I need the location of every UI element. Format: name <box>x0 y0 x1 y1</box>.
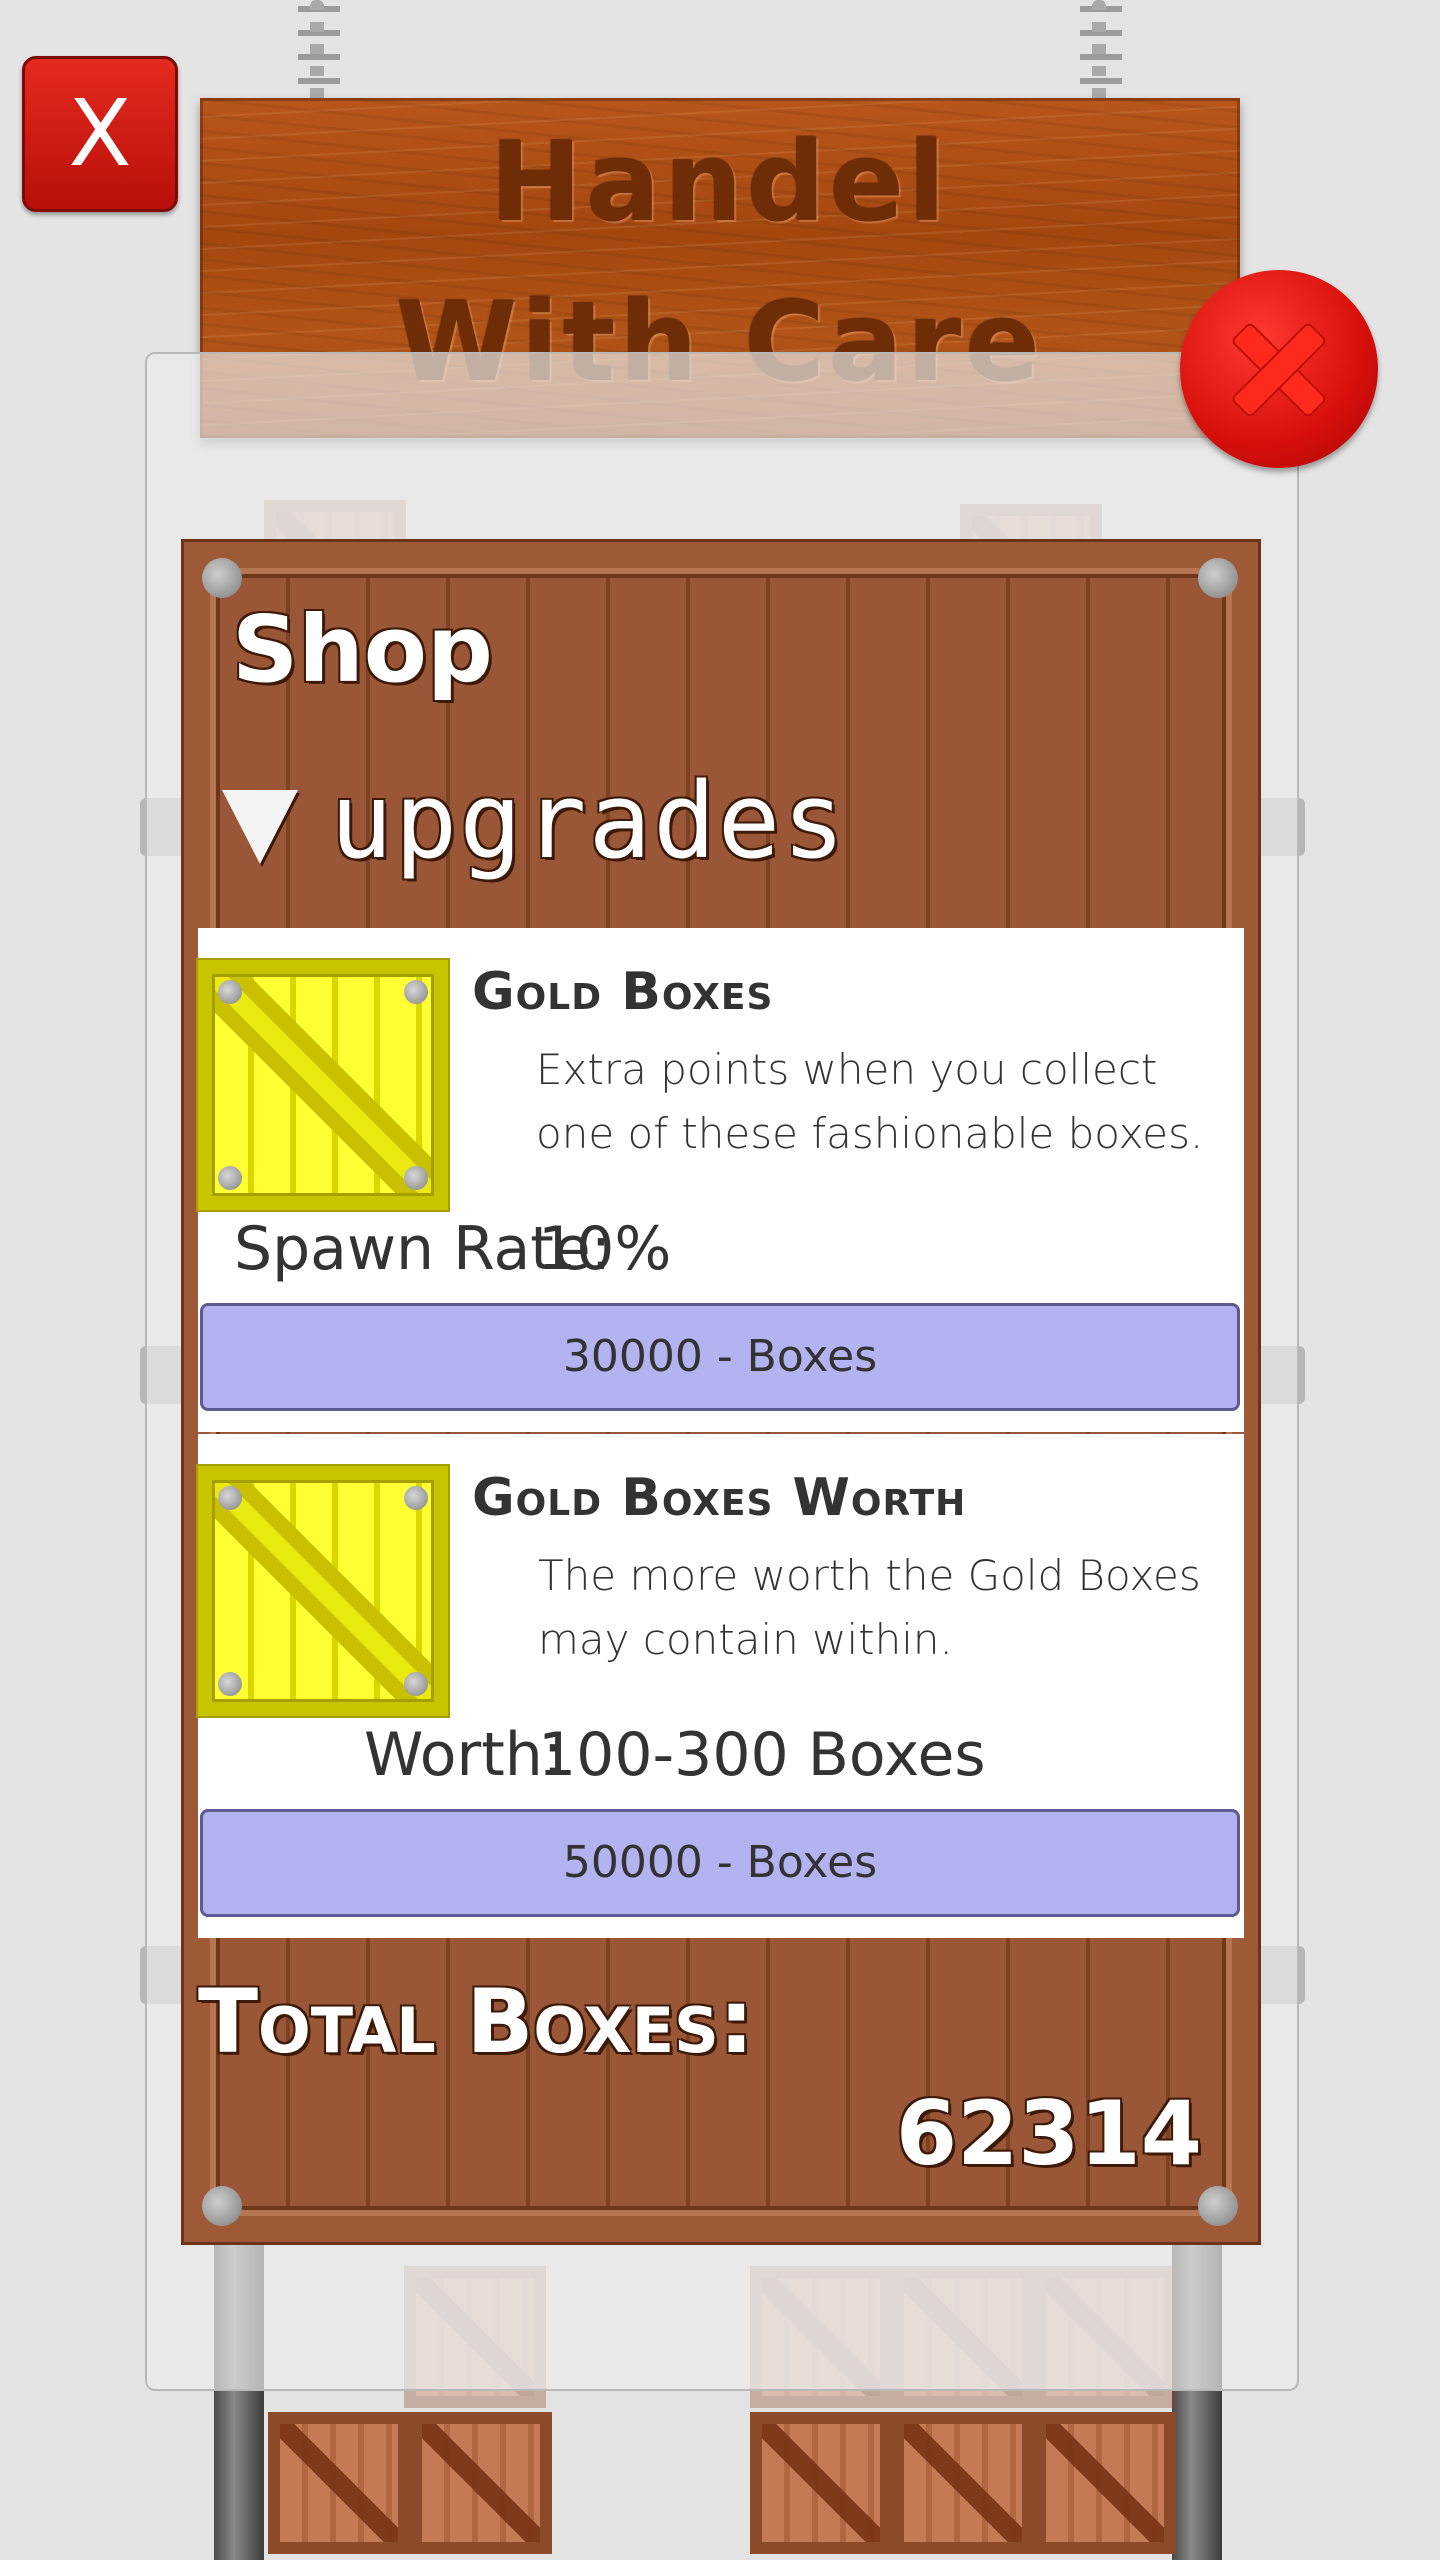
total-boxes-value: 62314 <box>895 2082 1202 2185</box>
sign-line-1: Handel <box>490 118 950 246</box>
background-crate <box>1034 2412 1176 2554</box>
item-stat-value: 100-300 Boxes <box>538 1720 986 1790</box>
item-title: Gold Boxes <box>472 962 774 1022</box>
item-stat-label: Worth: <box>364 1720 563 1790</box>
close-game-button[interactable]: X <box>22 56 178 212</box>
item-stat-value: 10% <box>538 1214 672 1284</box>
item-description: Extra points when you collect one of the… <box>536 1045 1204 1158</box>
section-upgrades-header[interactable]: upgrades <box>330 760 847 882</box>
close-shop-button[interactable] <box>1180 270 1378 468</box>
collapse-triangle-icon[interactable] <box>222 790 298 864</box>
item-description: The more worth the Gold Boxes may contai… <box>538 1551 1201 1664</box>
rivet <box>1198 558 1238 598</box>
shop-item-gold-boxes-worth: Gold Boxes Worth The more worth the Gold… <box>198 1434 1244 1938</box>
gold-crate-icon <box>198 960 448 1210</box>
buy-gold-boxes-button[interactable]: 30000 - Boxes <box>200 1303 1240 1411</box>
rivet <box>1198 2186 1238 2226</box>
background-crate <box>410 2412 552 2554</box>
gold-crate-icon <box>198 1466 448 1716</box>
rivet <box>202 558 242 598</box>
rivet <box>202 2186 242 2226</box>
item-title: Gold Boxes Worth <box>472 1468 967 1528</box>
background-crate <box>750 2412 892 2554</box>
shop-title: Shop <box>232 596 493 703</box>
shop-item-gold-boxes: Gold Boxes Extra points when you collect… <box>198 928 1244 1432</box>
background-crate <box>892 2412 1034 2554</box>
background-crate <box>268 2412 410 2554</box>
buy-gold-boxes-worth-button[interactable]: 50000 - Boxes <box>200 1809 1240 1917</box>
total-boxes-label: Total Boxes: <box>198 1970 754 2073</box>
